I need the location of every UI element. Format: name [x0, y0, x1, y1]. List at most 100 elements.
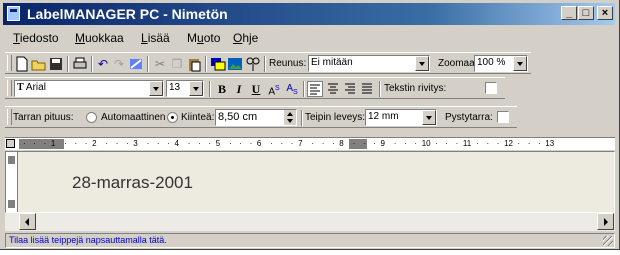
- subscript-button[interactable]: AS: [284, 81, 300, 97]
- tab-stop-selector[interactable]: [6, 139, 15, 148]
- ruler-tick: ·: [187, 139, 191, 148]
- toolbar-grip[interactable]: [7, 109, 12, 125]
- superscript-button[interactable]: AS: [266, 81, 282, 97]
- title-bar[interactable]: LabelMANAGER PC - Nimetön _ □ ×: [3, 3, 615, 25]
- status-bar[interactable]: Tilaa lisää teippejä napsauttamalla tätä…: [5, 233, 615, 248]
- superscript-letter: A: [268, 86, 275, 98]
- ruler-tick: ·: [115, 139, 119, 148]
- bold-button[interactable]: B: [214, 81, 230, 97]
- zoom-label: Zoomaa:: [438, 58, 478, 69]
- menu-ohje[interactable]: Ohje: [233, 31, 258, 45]
- auto-length-radio[interactable]: [86, 112, 97, 123]
- text-wrap-checkbox[interactable]: [485, 82, 497, 94]
- toolbar-grip[interactable]: [7, 55, 12, 71]
- save-icon[interactable]: [48, 56, 64, 72]
- print-icon[interactable]: [72, 56, 88, 72]
- ruler-tick: ·: [280, 139, 284, 148]
- align-left-icon[interactable]: [307, 81, 323, 97]
- ruler-number: 8: [339, 139, 344, 148]
- horizontal-ruler: · · · 1 · · · 2 · · · 3 · · · 4 · · · 5 · · · 6 · · · 7 · · · 8 · · · 9 · · · 1…: [5, 137, 615, 150]
- chevron-down-icon[interactable]: [513, 56, 527, 71]
- ruler-tick: ·: [167, 139, 170, 148]
- underline-button[interactable]: U: [248, 81, 264, 97]
- undo-icon[interactable]: ↶: [95, 56, 111, 72]
- label-toolbar: Tarran pituus: Automaattinen Kiinteä: 8,…: [5, 106, 517, 128]
- maximize-button[interactable]: □: [578, 6, 594, 20]
- border-label: Reunus:: [269, 58, 307, 69]
- length-spinner[interactable]: [284, 110, 296, 125]
- ruler-tick: ·: [249, 139, 253, 148]
- menu-tiedosto[interactable]: Tiedosto: [13, 31, 59, 45]
- ruler-number: 5: [215, 139, 221, 148]
- ruler-tick: ·: [105, 139, 109, 148]
- ruler-tick: ·: [239, 139, 242, 148]
- length-input[interactable]: 8,50 cm: [215, 109, 297, 126]
- fixed-length-label: Kiinteä:: [181, 112, 215, 123]
- toolbar-separator: [205, 56, 207, 72]
- clear-label-icon[interactable]: [128, 56, 144, 72]
- insert-image-icon[interactable]: [227, 56, 243, 72]
- scroll-right-button[interactable]: [597, 213, 614, 230]
- resize-grip[interactable]: [603, 236, 613, 246]
- minimize-button[interactable]: _: [561, 6, 577, 20]
- menu-lisaa[interactable]: Lisää: [141, 31, 170, 45]
- align-right-icon[interactable]: [342, 81, 358, 97]
- italic-button[interactable]: I: [231, 81, 247, 97]
- ruler-tick: ·: [23, 139, 26, 148]
- tape-width-value: 12 mm: [368, 111, 399, 122]
- copy-icon[interactable]: ❐: [169, 56, 185, 72]
- vertical-label-checkbox[interactable]: [497, 111, 509, 123]
- redo-icon[interactable]: ↷: [111, 56, 127, 72]
- horizontal-scrollbar[interactable]: [5, 213, 615, 231]
- ruler-number: 2: [92, 139, 97, 148]
- ruler-tick: ·: [156, 139, 160, 148]
- new-file-icon[interactable]: [14, 56, 30, 72]
- menu-muokkaa[interactable]: Muokkaa: [75, 31, 124, 45]
- ruler-number: 6: [256, 139, 262, 148]
- ruler-number: 9: [380, 139, 385, 148]
- ruler-tick: ·: [393, 139, 397, 148]
- cut-icon[interactable]: ✂: [152, 56, 168, 72]
- label-editor[interactable]: 28-marras-2001: [5, 151, 615, 213]
- border-select-value: Ei mitään: [311, 57, 353, 68]
- toolbar-separator: [91, 56, 93, 72]
- ruler-tick: ·: [517, 139, 521, 148]
- toolbar-grip[interactable]: [7, 80, 12, 96]
- paste-icon[interactable]: [186, 56, 202, 72]
- ruler-tick: ·: [527, 139, 531, 148]
- chevron-down-icon[interactable]: [415, 56, 429, 71]
- app-icon[interactable]: [7, 6, 20, 21]
- ruler-number: 10: [421, 139, 431, 148]
- fixed-length-radio[interactable]: [167, 112, 178, 123]
- insert-symbol-icon[interactable]: [245, 56, 261, 72]
- ruler-tick: ·: [43, 139, 47, 148]
- tape-width-select[interactable]: 12 mm: [365, 109, 437, 126]
- subscript-mark: S: [293, 89, 298, 96]
- tape-width-label: Teipin leveys:: [305, 112, 366, 123]
- justify-icon[interactable]: [359, 81, 375, 97]
- menu-muoto[interactable]: Muoto: [187, 31, 220, 45]
- ruler-tick: ·: [311, 139, 315, 148]
- insert-barcode-icon[interactable]: [210, 56, 226, 72]
- chevron-down-icon[interactable]: [149, 81, 163, 96]
- align-center-icon[interactable]: [325, 81, 341, 97]
- standard-toolbar: ↶ ↷ ✂ ❐ Reunus: Ei mitään Zoomaa: 100 %: [5, 52, 531, 74]
- open-folder-icon[interactable]: [31, 56, 47, 72]
- font-size-select[interactable]: 13: [166, 80, 204, 97]
- subscript-letter: A: [286, 83, 293, 94]
- zoom-select[interactable]: 100 %: [474, 55, 528, 72]
- ruler-tick: ·: [362, 139, 366, 148]
- spin-up-icon[interactable]: [287, 112, 293, 116]
- scroll-left-button[interactable]: [19, 213, 36, 230]
- font-select[interactable]: T Arial: [14, 80, 164, 97]
- close-button[interactable]: ×: [597, 6, 613, 20]
- chevron-down-icon[interactable]: [189, 81, 203, 96]
- ruler-tick: ·: [496, 139, 500, 148]
- spin-down-icon[interactable]: [287, 119, 293, 123]
- ruler-tick: ·: [486, 139, 490, 148]
- formatting-toolbar: T Arial 13 B I U AS AS Tekstin rivitys:: [5, 77, 505, 99]
- border-select[interactable]: Ei mitään: [308, 55, 430, 72]
- chevron-down-icon[interactable]: [422, 110, 436, 125]
- label-text[interactable]: 28-marras-2001: [72, 173, 193, 193]
- status-text[interactable]: Tilaa lisää teippejä napsauttamalla tätä…: [9, 235, 167, 245]
